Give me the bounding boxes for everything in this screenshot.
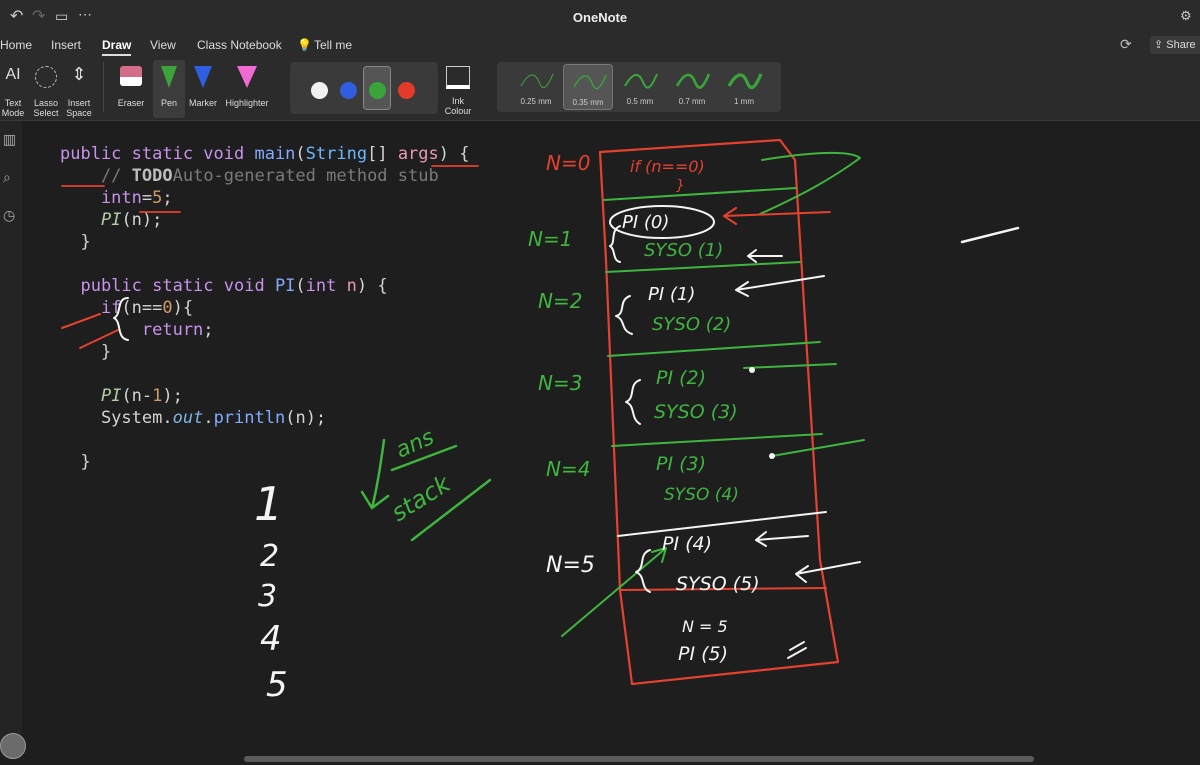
ink-strike <box>79 329 119 349</box>
scrollbar-thumb[interactable] <box>244 756 1034 762</box>
frame-call: PI (4) <box>662 533 712 555</box>
avatar[interactable] <box>0 733 26 759</box>
frame-label: N=4 <box>546 457 590 481</box>
ink-arrow-white <box>735 275 825 297</box>
frame-divider <box>605 261 801 273</box>
ink-strike <box>61 313 101 329</box>
ink-arrow-red <box>723 207 831 225</box>
frame-label: N=2 <box>538 289 582 313</box>
frame-label: N=1 <box>528 227 572 251</box>
ink-arrow-green <box>771 439 865 457</box>
ink-drawing-layer: 1 2 3 4 5 ans stack N=0 N=1 N=2 N=3 N=4 … <box>61 138 1020 705</box>
output-number: 1 <box>254 477 283 531</box>
frame-print: SYSO (4) <box>664 485 739 505</box>
frame-divider <box>607 341 821 357</box>
ink-squiggle <box>960 226 1020 244</box>
frame-print: SYSO (1) <box>644 240 723 261</box>
ink-dot <box>749 367 755 373</box>
frame-label: N=5 <box>546 553 595 578</box>
frame-divider <box>603 187 797 201</box>
frame-label: N=3 <box>538 371 582 395</box>
frame-print: SYSO (2) <box>652 314 731 335</box>
ink-arrow-green <box>743 363 837 369</box>
frame-call: PI (5) <box>678 643 728 665</box>
ink-brace <box>113 297 129 341</box>
ink-brace <box>625 379 641 425</box>
frame-call: PI (2) <box>656 367 706 389</box>
ink-dot <box>769 453 775 459</box>
frame-call: PI (0) <box>622 212 669 233</box>
ink-check <box>787 641 807 659</box>
frame-call: PI (1) <box>648 284 695 305</box>
ink-arrow-white <box>755 531 809 547</box>
frame-call: if (n==0) <box>630 157 705 176</box>
output-number: 5 <box>266 665 288 705</box>
output-number: 2 <box>260 539 279 574</box>
ink-brace <box>615 295 633 335</box>
frame-print: SYSO (3) <box>654 401 738 423</box>
ink-arrow-white <box>747 249 783 263</box>
frame-label: N=0 <box>546 151 590 175</box>
frame-divider <box>611 433 823 447</box>
horizontal-scrollbar[interactable] <box>22 751 1200 765</box>
ans-note: ans <box>392 425 438 464</box>
frame-print: SYSO (5) <box>676 573 760 595</box>
stack-note: stack <box>386 469 456 527</box>
base-note: N = 5 <box>682 617 728 636</box>
ink-arrow-white <box>795 561 861 583</box>
frame-brace-close: } <box>676 178 685 194</box>
frame-call: PI (3) <box>656 453 706 475</box>
ink-arrow-down <box>360 438 390 510</box>
ink-brace <box>635 549 651 593</box>
output-number: 3 <box>258 579 277 614</box>
output-number: 4 <box>260 619 282 659</box>
frame-divider-white <box>617 511 827 537</box>
ink-arrow-green <box>759 151 861 215</box>
